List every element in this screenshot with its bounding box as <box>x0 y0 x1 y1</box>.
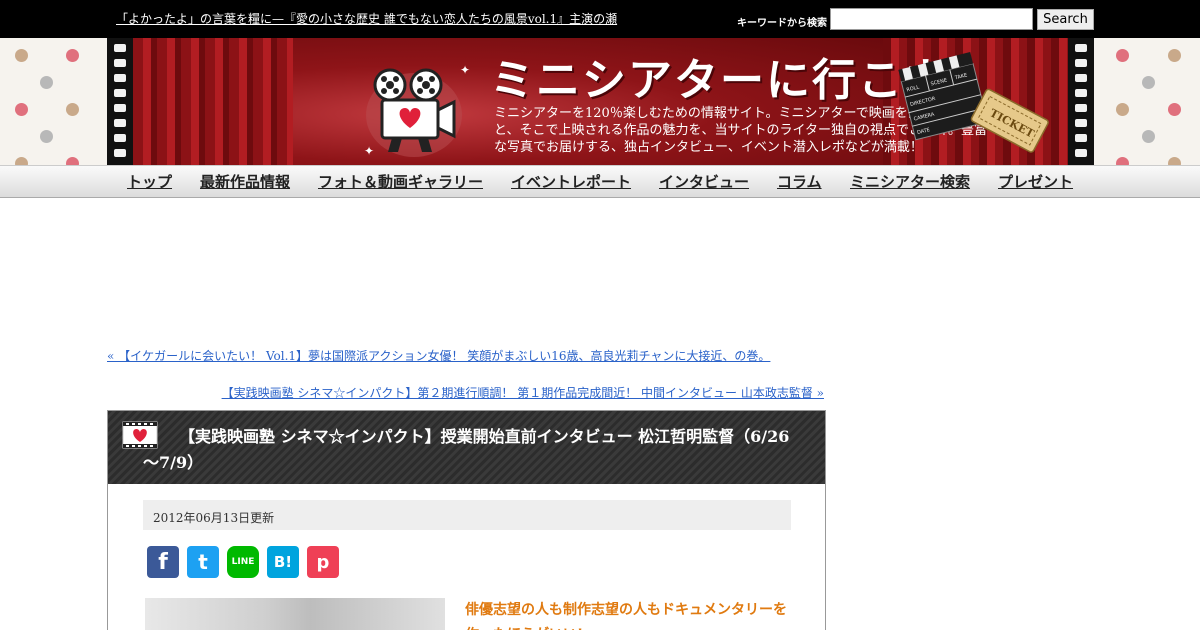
nav-item-present[interactable]: プレゼント <box>998 171 1073 192</box>
article-header: 【実践映画塾 シネマ☆インパクト】授業開始直前インタビュー 松江哲明監督（6/2… <box>108 411 825 484</box>
nav-item-gallery[interactable]: フォト＆動画ギャラリー <box>318 171 483 192</box>
twitter-share-icon[interactable]: t <box>187 546 219 578</box>
filmstrip-left <box>107 38 133 165</box>
facebook-share-icon[interactable]: f <box>147 546 179 578</box>
nav-item-interview[interactable]: インタビュー <box>659 171 749 192</box>
main-nav: トップ 最新作品情報 フォト＆動画ギャラリー イベントレポート インタビュー コ… <box>0 165 1200 198</box>
polka-dot-background-left <box>0 38 107 170</box>
nav-item-event-report[interactable]: イベントレポート <box>511 171 631 192</box>
news-ticker-link[interactable]: 「よかったよ」の言葉を糧に—『愛の小さな歴史 誰でもない恋人たちの風景vol.1… <box>116 10 617 27</box>
top-bar: 「よかったよ」の言葉を糧に—『愛の小さな歴史 誰でもない恋人たちの風景vol.1… <box>0 0 1200 38</box>
nav-item-column[interactable]: コラム <box>777 171 822 192</box>
hatena-bookmark-icon[interactable]: B! <box>267 546 299 578</box>
filmstrip-right <box>1068 38 1094 165</box>
prev-post-link[interactable]: « 【イケガールに会いたい！ Vol.1】夢は国際派アクション女優！ 笑顔がまぶ… <box>107 347 770 364</box>
nav-item-theater-search[interactable]: ミニシアター検索 <box>850 171 970 192</box>
search-button[interactable]: Search <box>1037 9 1094 30</box>
svg-text:✦: ✦ <box>460 63 470 77</box>
director-photo <box>145 598 445 630</box>
nav-item-latest-works[interactable]: 最新作品情報 <box>200 171 290 192</box>
article-title: 【実践映画塾 シネマ☆インパクト】授業開始直前インタビュー 松江哲明監督（6/2… <box>143 427 790 472</box>
article-date: 2012年06月13日更新 <box>143 500 791 530</box>
svg-text:✦: ✦ <box>364 144 374 158</box>
search-input[interactable] <box>830 8 1033 30</box>
article-lead: 俳優志望の人も制作志望の人もドキュメンタリーを作ったほうがいい! <box>465 602 787 630</box>
site-banner[interactable]: ✦ ✦ ミニシアターに行こウ。 ミニシアターを120％楽しむための情報サイト。ミ… <box>107 38 1094 165</box>
search-label: キーワードから検索 <box>737 18 827 29</box>
next-post-link[interactable]: 【実践映画塾 シネマ☆インパクト】第２期進行順調！ 第１期作品完成間近！ 中間イ… <box>222 384 824 401</box>
line-share-icon[interactable]: LINE <box>227 546 259 578</box>
curtain-left <box>133 38 293 165</box>
ticket-icon: TICKET <box>970 88 1049 153</box>
projector-heart-logo: ✦ ✦ <box>364 63 470 158</box>
pocket-share-icon[interactable]: p <box>307 546 339 578</box>
polka-dot-background-right <box>1094 38 1200 170</box>
nav-item-top[interactable]: トップ <box>127 171 172 192</box>
article-card: 【実践映画塾 シネマ☆インパクト】授業開始直前インタビュー 松江哲明監督（6/2… <box>107 410 826 630</box>
